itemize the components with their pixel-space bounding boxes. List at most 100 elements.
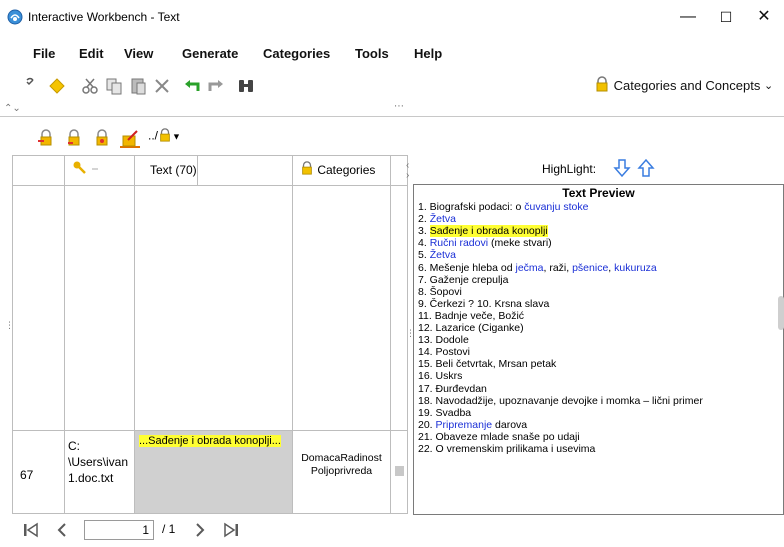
current-page: 1 [142, 523, 149, 537]
preview-text: darova [492, 418, 528, 431]
preview-text: 9. Čerkezi ? 10. Krsna slava [418, 297, 550, 310]
title-bar: Interactive Workbench - Text — ☐ ✕ [0, 0, 784, 34]
previous-page-icon[interactable] [55, 521, 69, 542]
menu-tools[interactable]: Tools [355, 46, 389, 61]
preview-text: 15. Beli četvrtak, Mrsan petak [418, 358, 557, 371]
preview-line: 4. Ručni radovi (meke stvari) [418, 237, 552, 249]
menu-categories[interactable]: Categories [263, 46, 330, 61]
menu-edit[interactable]: Edit [79, 46, 104, 61]
edit-icon[interactable] [24, 76, 44, 96]
preview-text: 11. Badnje veče, Božić [418, 309, 525, 322]
preview-concept[interactable]: Žetva [430, 249, 456, 261]
column-header-categories[interactable]: Categories [300, 155, 375, 185]
menu-help[interactable]: Help [414, 46, 442, 61]
preview-line: 9. Čerkezi ? 10. Krsna slava [418, 298, 549, 310]
category-highlight-icon[interactable] [120, 128, 140, 148]
categories-concepts-dropdown[interactable]: Categories and Concepts ⌄ [594, 76, 773, 96]
preview-concept[interactable]: ječma [515, 262, 543, 274]
maximize-button[interactable]: ☐ [708, 0, 744, 34]
last-page-icon[interactable] [222, 521, 240, 542]
column-header-text[interactable]: Text (70) [150, 155, 198, 185]
undo-icon[interactable] [182, 76, 202, 96]
binoculars-icon[interactable] [236, 76, 256, 96]
preview-line: 21. Obaveze mlade snaše po udaji [418, 431, 580, 443]
preview-line: 19. Svadba [418, 407, 471, 419]
preview-line: 12. Lazarice (Ciganke) [418, 322, 524, 334]
preview-line: 14. Postovi [418, 346, 470, 358]
next-page-icon[interactable] [193, 521, 207, 542]
collapse-right-icon[interactable]: › [406, 170, 409, 181]
redo-icon[interactable] [206, 76, 226, 96]
dropdown-label: Categories and Concepts [613, 78, 761, 93]
preview-text: 21. Obaveze mlade snaše po udaji [418, 430, 580, 443]
minimize-button[interactable]: — [670, 0, 706, 34]
preview-line: 7. Gaženje crepulja [418, 274, 508, 286]
preview-text: 14. Postovi [418, 346, 470, 359]
row-text: ...Sađenje i obrada konoplji... [139, 435, 281, 447]
menu-bar [0, 34, 784, 64]
preview-line: 17. Đurđevdan [418, 383, 487, 395]
splitter-grip-icon[interactable]: ⋯ [394, 101, 404, 112]
page-total: / 1 [162, 522, 176, 536]
collapse-chevrons-icon[interactable]: ⌃⌄ [4, 103, 21, 114]
preview-text: 3. [418, 225, 430, 238]
preview-line: 18. Navodadžije, upoznavanje devojke i m… [418, 395, 703, 407]
window-title: Interactive Workbench - Text [28, 10, 180, 24]
menu-generate[interactable]: Generate [182, 46, 238, 61]
preview-text: (meke stvari) [488, 237, 552, 250]
category-value: DomacaRadinost [301, 452, 382, 464]
preview-concept[interactable]: pšenice [572, 262, 608, 274]
preview-line: 1. Biografski podaci: o čuvanju stoke [418, 201, 588, 213]
preview-concept[interactable]: Pripremanje [436, 419, 493, 431]
key-icon[interactable] [72, 160, 100, 179]
row-number: 67 [20, 468, 34, 482]
preview-scroll-thumb[interactable] [778, 296, 784, 330]
preview-line: 16. Uskrs [418, 370, 462, 382]
header-divider [12, 185, 408, 186]
splitter-grip-icon[interactable]: ⋮ [5, 320, 14, 331]
path-line: C: [68, 439, 80, 453]
preview-text: 12. Lazarice (Ciganke) [418, 322, 524, 334]
preview-concept[interactable]: Ručni radovi [430, 237, 488, 249]
panel-separator: ⌃⌄ ⋯ [0, 101, 784, 115]
delete-icon[interactable] [152, 76, 172, 96]
preview-line: 5. Žetva [418, 249, 456, 261]
first-page-icon[interactable] [22, 521, 40, 542]
paste-icon[interactable] [128, 76, 148, 96]
preview-text: 6. Mešenje hleba od [418, 261, 516, 274]
path-label: ../ [148, 128, 159, 143]
preview-concept[interactable]: kukuruza [614, 262, 657, 274]
page-number-input[interactable]: 1 [84, 520, 154, 540]
category-path-button[interactable]: ../ ▼ [148, 128, 181, 145]
preview-text: 4. [418, 237, 430, 250]
path-line: \Users\ivan [68, 455, 129, 469]
diamond-icon[interactable] [47, 76, 67, 96]
preview-line: 13. Dodole [418, 334, 469, 346]
category-icon[interactable] [92, 128, 112, 148]
lock-icon [300, 156, 314, 186]
preview-highlight: Sađenje i obrada konoplji [429, 225, 548, 238]
copy-icon[interactable] [104, 76, 124, 96]
preview-concept[interactable]: čuvanju stoke [524, 201, 588, 213]
lock-icon [158, 128, 172, 145]
preview-text: 13. Dodole [418, 334, 469, 347]
close-button[interactable]: ✕ [746, 0, 782, 34]
categories-label: Categories [317, 163, 376, 177]
row-categories: DomacaRadinost Poljoprivreda [293, 452, 390, 478]
preview-concept[interactable]: Žetva [430, 213, 456, 225]
row-text-cell[interactable]: ...Sađenje i obrada konoplji... [135, 431, 292, 513]
row-scroll-thumb[interactable] [395, 466, 404, 476]
chevron-down-icon: ⌄ [763, 80, 774, 92]
preview-text: 7. Gaženje crepulja [418, 273, 509, 286]
preview-text: 8. Šopovi [418, 285, 462, 298]
menu-view[interactable]: View [124, 46, 153, 61]
category-add-icon[interactable] [36, 128, 56, 148]
cut-icon[interactable] [80, 76, 100, 96]
row-text-wrap: ...Sađenje i obrada konoplji... [139, 435, 290, 447]
arrow-up-icon[interactable] [637, 158, 655, 181]
path-line: 1.doc.txt [68, 471, 114, 485]
category-remove-icon[interactable] [64, 128, 84, 148]
app-logo-icon [7, 9, 23, 25]
menu-file[interactable]: File [33, 46, 55, 61]
arrow-down-icon[interactable] [613, 158, 631, 181]
